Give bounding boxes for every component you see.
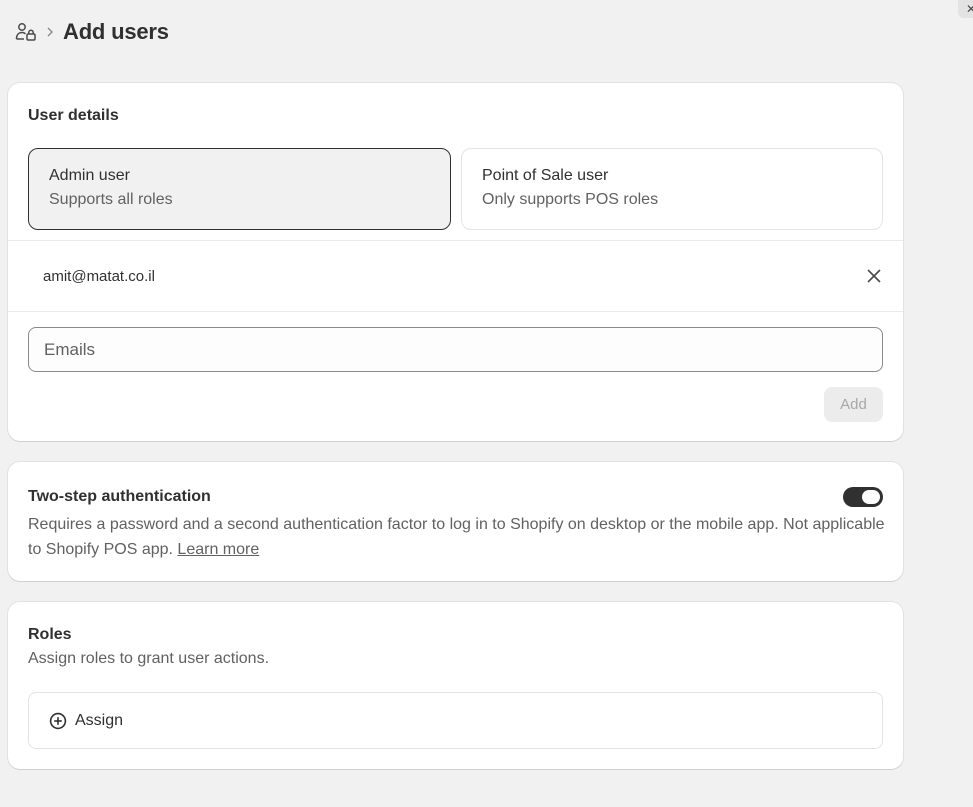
remove-email-close-icon[interactable] xyxy=(865,267,883,285)
added-email: amit@matat.co.il xyxy=(43,267,155,285)
breadcrumb: Add users xyxy=(15,16,169,48)
two-step-title: Two-step authentication xyxy=(28,488,211,505)
add-button[interactable]: Add xyxy=(824,387,883,422)
admin-user-option[interactable]: Admin user Supports all roles xyxy=(28,148,451,230)
roles-card: Roles Assign roles to grant user actions… xyxy=(8,602,903,769)
added-email-row: amit@matat.co.il xyxy=(8,241,903,311)
two-step-card: Two-step authentication Requires a passw… xyxy=(8,462,903,581)
learn-more-link[interactable]: Learn more xyxy=(177,541,259,558)
two-step-description: Requires a password and a second authent… xyxy=(28,512,888,562)
assign-roles-button[interactable]: Assign xyxy=(28,692,883,749)
admin-user-title: Admin user xyxy=(49,167,130,184)
page: Add users ✕ User details Admin user Supp… xyxy=(0,0,973,807)
two-step-toggle[interactable] xyxy=(843,487,883,507)
admin-user-subtitle: Supports all roles xyxy=(49,191,173,208)
pos-user-option[interactable]: Point of Sale user Only supports POS rol… xyxy=(461,148,883,230)
pos-user-subtitle: Only supports POS roles xyxy=(482,191,659,208)
page-title: Add users xyxy=(63,19,169,44)
roles-title: Roles xyxy=(28,626,72,643)
close-icon[interactable]: ✕ xyxy=(958,0,973,18)
roles-subtitle: Assign roles to grant user actions. xyxy=(28,650,270,667)
user-details-card: User details Admin user Supports all rol… xyxy=(8,83,903,441)
plus-circle-icon xyxy=(49,712,67,730)
divider xyxy=(8,311,903,312)
assign-label: Assign xyxy=(75,711,124,729)
pos-user-title: Point of Sale user xyxy=(482,167,609,184)
toggle-knob xyxy=(862,490,880,504)
user-details-title: User details xyxy=(28,107,119,124)
users-icon[interactable] xyxy=(15,21,37,43)
two-step-description-text: Requires a password and a second authent… xyxy=(28,516,885,558)
emails-input[interactable] xyxy=(28,327,883,372)
chevron-right-icon xyxy=(43,25,57,39)
